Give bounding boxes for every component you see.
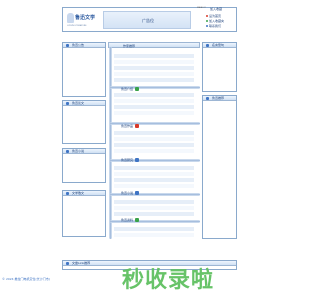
category-icon (135, 124, 139, 128)
center-title: 作家推荐 (123, 44, 136, 48)
ad-banner[interactable]: 广告位 (103, 11, 191, 29)
list-stripe (114, 131, 194, 135)
category-label[interactable]: 鲁迅研究 (121, 158, 133, 162)
list-stripe (114, 184, 194, 188)
list-stripe (114, 78, 194, 82)
link-set-home[interactable]: 设为首页 (206, 14, 221, 18)
list-stripe (114, 233, 194, 237)
list-stripe (114, 178, 194, 182)
panel-icon (66, 44, 69, 47)
center-title-bar: 作家推荐 (108, 42, 200, 48)
ad-text: 广告位 (142, 18, 154, 23)
logo-text: 鲁迅文学 (75, 15, 96, 21)
category-label[interactable]: 鲁迅资料 (121, 218, 133, 222)
left-panel-fiction: 鲁迅小说 (62, 148, 106, 183)
category-icon (135, 158, 139, 162)
list-stripe (114, 60, 194, 64)
category-label[interactable]: 鲁迅作品 (121, 124, 133, 128)
list-stripe (114, 200, 194, 204)
panel-icon (66, 262, 69, 265)
left-panel-notice: 鲁迅公告 (62, 42, 106, 97)
panel-title: 鲁迅论文 (63, 101, 105, 106)
panel-title: 文学散文 (63, 191, 105, 196)
panel-icon (66, 102, 69, 105)
bullet-icon (206, 20, 208, 22)
panel-icon (66, 192, 69, 195)
left-panel-papers: 鲁迅论文 (62, 100, 106, 144)
link-add-favorite[interactable]: 加入收藏夹 (206, 19, 224, 23)
list-stripe (114, 166, 194, 170)
category-label[interactable]: 鲁迅小说 (121, 191, 133, 195)
bullet-icon (206, 25, 208, 27)
center-column: 作家推荐 鲁迅介绍 鲁迅作品 鲁迅研究 鲁迅小说 鲁迅资料 (108, 42, 200, 240)
list-stripe (114, 72, 194, 76)
top-small-text: WAIAO.X (197, 7, 206, 9)
category-icon (135, 191, 139, 195)
logo[interactable]: 鲁迅文学 LUXUN LITERATURE (66, 11, 99, 29)
category-icon (135, 218, 139, 222)
list-stripe (114, 212, 194, 216)
list-stripe (114, 149, 194, 153)
list-stripe (114, 172, 194, 176)
right-panel-quotes: 名言警句 (202, 42, 237, 92)
panel-title: 名言警句 (203, 43, 236, 48)
list-stripe (114, 227, 194, 231)
list-stripe (114, 111, 194, 115)
list-stripe (114, 66, 194, 70)
list-stripe (114, 93, 194, 97)
list-stripe (114, 137, 194, 141)
bullet-icon (206, 15, 208, 17)
logo-figure-icon (67, 13, 74, 23)
left-panel-prose: 文学散文 (62, 190, 106, 237)
panel-icon (206, 97, 209, 100)
panel-title: 鲁迅推荐 (203, 96, 236, 101)
link-contact[interactable]: 联系我们 (206, 24, 221, 28)
list-stripe (114, 143, 194, 147)
panel-icon (66, 150, 69, 153)
header: 鲁迅文学 LUXUN LITERATURE 广告位 WAIAO.X 加入收藏 设… (62, 7, 237, 32)
pipe-vertical (109, 47, 112, 239)
footer-text[interactable]: © 2024 推拉门电机定位(长沙门市) (2, 277, 50, 281)
panel-icon (206, 44, 209, 47)
watermark: 秒收录啦 (122, 268, 215, 293)
list-stripe (114, 206, 194, 210)
top-link[interactable]: 加入收藏 (210, 7, 222, 11)
panel-title: 鲁迅小说 (63, 149, 105, 154)
category-icon (135, 87, 139, 91)
list-stripe (114, 105, 194, 109)
list-stripe (114, 54, 194, 58)
panel-title: 鲁迅公告 (63, 43, 105, 48)
list-stripe (114, 99, 194, 103)
right-panel-recommend: 鲁迅推荐 (202, 95, 237, 239)
category-label[interactable]: 鲁迅介绍 (121, 87, 133, 91)
logo-subtitle: LUXUN LITERATURE (67, 25, 87, 27)
